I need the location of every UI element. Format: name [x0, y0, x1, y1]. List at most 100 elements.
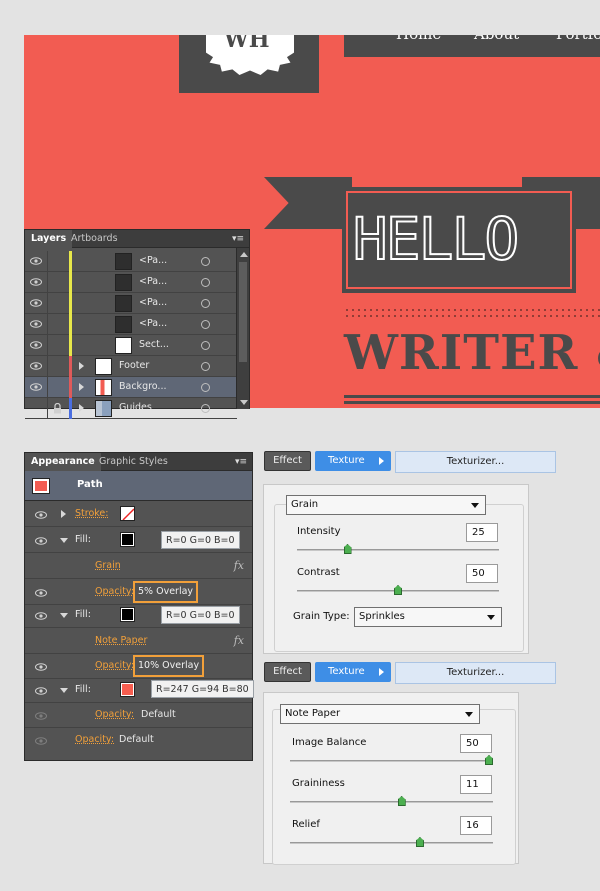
tab-appearance[interactable]: Appearance	[25, 453, 101, 471]
visibility-eye-icon[interactable]	[30, 341, 42, 349]
stroke-none-swatch[interactable]	[120, 506, 135, 521]
expand-arrow-icon[interactable]	[79, 404, 84, 412]
fill-row[interactable]: Fill: R=247 G=94 B=80	[25, 678, 254, 703]
collapse-arrow-icon[interactable]	[60, 538, 68, 543]
visibility-eye-icon[interactable]	[35, 737, 47, 745]
layer-row[interactable]: Footer	[25, 356, 237, 377]
effect-row-note-paper[interactable]: Note Paper fx	[25, 629, 252, 654]
relief-slider[interactable]	[290, 837, 493, 847]
grain-effect-link[interactable]: Grain	[95, 560, 121, 571]
graininess-slider[interactable]	[290, 796, 493, 806]
tab-graphic-styles[interactable]: Graphic Styles	[93, 453, 174, 471]
layer-name[interactable]: <Pa...	[139, 297, 167, 308]
lock-column[interactable]	[47, 314, 48, 335]
visibility-eye-icon[interactable]	[35, 511, 47, 519]
intensity-input[interactable]: 25	[466, 523, 498, 542]
layer-row[interactable]: <Pa...	[25, 251, 237, 272]
layer-row[interactable]: <Pa...	[25, 314, 237, 335]
fx-icon[interactable]: fx	[234, 634, 244, 647]
lock-icon[interactable]	[53, 402, 62, 417]
layer-name[interactable]: Footer	[119, 360, 149, 371]
scroll-thumb[interactable]	[239, 262, 247, 362]
panel-menu-icon[interactable]: ▾≡	[231, 233, 245, 245]
effect-row-grain[interactable]: Grain fx	[25, 554, 252, 579]
opacity-label[interactable]: Opacity:	[95, 709, 134, 720]
layer-name[interactable]: Backgro...	[119, 381, 167, 392]
visibility-eye-icon[interactable]	[30, 257, 42, 265]
visibility-eye-icon[interactable]	[35, 537, 47, 545]
layer-row[interactable]: Guides	[25, 398, 237, 419]
target-circle-icon[interactable]	[201, 404, 210, 413]
layer-row[interactable]: <Pa...	[25, 293, 237, 314]
expand-arrow-icon[interactable]	[79, 383, 84, 391]
opacity-row[interactable]: Opacity: Default	[25, 703, 252, 728]
fill-swatch[interactable]	[120, 532, 135, 547]
visibility-eye-icon[interactable]	[35, 589, 47, 597]
layer-name[interactable]: <Pa...	[139, 276, 167, 287]
menu-effect[interactable]: Effect	[264, 662, 311, 682]
layer-name[interactable]: <Pa...	[139, 318, 167, 329]
layer-row[interactable]: <Pa...	[25, 272, 237, 293]
filter-type-select[interactable]: Note Paper	[280, 704, 480, 724]
target-circle-icon[interactable]	[201, 362, 210, 371]
tab-artboards[interactable]: Artboards	[65, 230, 124, 248]
filter-type-select[interactable]: Grain	[286, 495, 486, 515]
image-balance-slider[interactable]	[290, 755, 493, 765]
lock-column[interactable]	[47, 377, 48, 398]
stroke-row[interactable]: Stroke:	[25, 502, 252, 527]
scroll-up-icon[interactable]	[240, 252, 248, 257]
fill-row[interactable]: Fill: R=0 G=0 B=0	[25, 603, 252, 628]
image-balance-input[interactable]: 50	[460, 734, 492, 753]
visibility-eye-icon[interactable]	[30, 383, 42, 391]
visibility-eye-icon[interactable]	[35, 712, 47, 720]
opacity-row[interactable]: Opacity: 5% Overlay	[25, 580, 252, 605]
opacity-row[interactable]: Opacity: 10% Overlay	[25, 654, 252, 679]
layer-name[interactable]: Sect...	[139, 339, 169, 350]
visibility-eye-icon[interactable]	[35, 663, 47, 671]
relief-input[interactable]: 16	[460, 816, 492, 835]
fill-row[interactable]: Fill: R=0 G=0 B=0	[25, 528, 252, 553]
opacity-label[interactable]: Opacity:	[75, 734, 114, 745]
layer-row[interactable]: Sect...	[25, 335, 237, 356]
menu-texturizer[interactable]: Texturizer...	[395, 662, 556, 684]
layer-name[interactable]: Guides	[119, 402, 152, 413]
target-circle-icon[interactable]	[201, 257, 210, 266]
visibility-eye-icon[interactable]	[35, 612, 47, 620]
lock-column[interactable]	[47, 398, 48, 419]
visibility-eye-icon[interactable]	[35, 687, 47, 695]
visibility-eye-icon[interactable]	[30, 299, 42, 307]
contrast-input[interactable]: 50	[466, 564, 498, 583]
stroke-label[interactable]: Stroke:	[75, 508, 108, 519]
fill-swatch[interactable]	[120, 607, 135, 622]
target-circle-icon[interactable]	[201, 383, 210, 392]
menu-effect[interactable]: Effect	[264, 451, 311, 471]
layer-name[interactable]: <Pa...	[139, 255, 167, 266]
lock-column[interactable]	[47, 272, 48, 293]
collapse-arrow-icon[interactable]	[60, 613, 68, 618]
visibility-eye-icon[interactable]	[30, 320, 42, 328]
graininess-input[interactable]: 11	[460, 775, 492, 794]
layer-row[interactable]: Backgro...	[25, 377, 237, 398]
target-circle-icon[interactable]	[201, 341, 210, 350]
lock-column[interactable]	[47, 251, 48, 272]
panel-menu-icon[interactable]: ▾≡	[234, 456, 248, 468]
note-paper-effect-link[interactable]: Note Paper	[95, 635, 147, 646]
lock-column[interactable]	[47, 356, 48, 377]
menu-texturizer[interactable]: Texturizer...	[395, 451, 556, 473]
lock-column[interactable]	[47, 335, 48, 356]
expand-arrow-icon[interactable]	[61, 510, 66, 518]
object-opacity-row[interactable]: Opacity: Default	[25, 728, 252, 753]
lock-column[interactable]	[47, 293, 48, 314]
target-circle-icon[interactable]	[201, 278, 210, 287]
opacity-label[interactable]: Opacity:	[95, 586, 134, 597]
expand-arrow-icon[interactable]	[79, 362, 84, 370]
grain-type-select[interactable]: Sprinkles	[354, 607, 502, 627]
visibility-eye-icon[interactable]	[30, 278, 42, 286]
contrast-slider[interactable]	[297, 585, 499, 595]
menu-texture[interactable]: Texture	[315, 662, 391, 682]
layers-scrollbar[interactable]	[236, 248, 249, 409]
visibility-eye-icon[interactable]	[30, 404, 42, 412]
visibility-eye-icon[interactable]	[30, 362, 42, 370]
opacity-label[interactable]: Opacity:	[95, 660, 134, 671]
menu-texture[interactable]: Texture	[315, 451, 391, 471]
